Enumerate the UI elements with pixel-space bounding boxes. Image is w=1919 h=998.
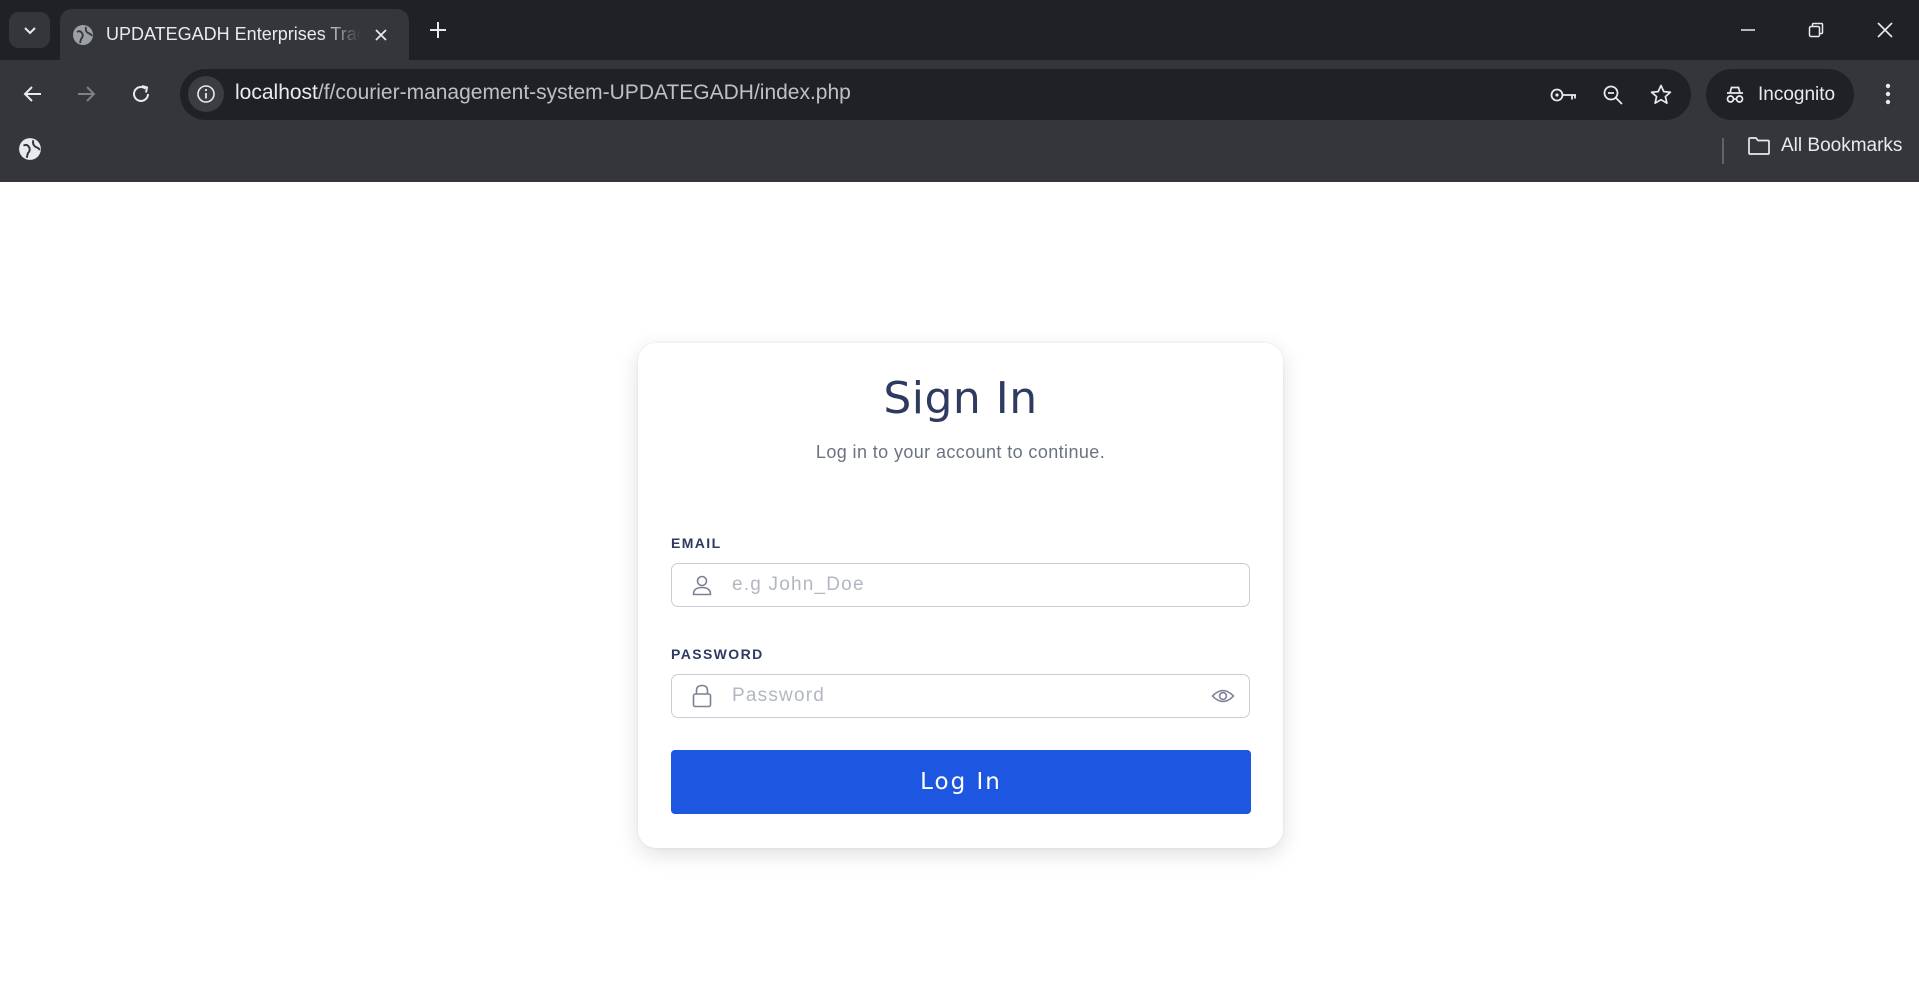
back-button[interactable] bbox=[13, 74, 53, 114]
incognito-profile-button[interactable]: Incognito bbox=[1706, 69, 1854, 120]
reload-button[interactable] bbox=[121, 74, 161, 114]
reload-icon bbox=[133, 85, 149, 102]
incognito-icon bbox=[1726, 86, 1744, 103]
close-icon bbox=[1877, 22, 1893, 38]
tab-search-button[interactable] bbox=[9, 12, 50, 48]
more-vertical-icon bbox=[1885, 83, 1891, 105]
restore-button[interactable] bbox=[1796, 10, 1836, 50]
zoom-out-icon bbox=[1603, 85, 1623, 105]
minimize-icon bbox=[1741, 29, 1755, 31]
lock-icon bbox=[672, 675, 732, 717]
restore-icon bbox=[1808, 22, 1824, 38]
key-icon bbox=[1550, 88, 1576, 102]
tab-title: UPDATEGADH Enterprises Tracking bbox=[106, 24, 361, 44]
bookmarks-divider bbox=[1722, 138, 1724, 164]
page-subtitle: Log in to your account to continue. bbox=[815, 442, 1106, 462]
page-title: Sign In bbox=[883, 373, 1038, 424]
bookmark-item[interactable] bbox=[18, 137, 42, 166]
tab-close-button[interactable] bbox=[369, 23, 393, 47]
info-icon bbox=[197, 85, 215, 103]
address-bar[interactable]: localhost/f/courier-management-system-UP… bbox=[180, 69, 1691, 120]
close-icon bbox=[375, 28, 387, 41]
password-field-wrapper[interactable] bbox=[671, 674, 1250, 718]
arrow-left-icon bbox=[23, 86, 41, 102]
close-window-button[interactable] bbox=[1865, 10, 1905, 50]
all-bookmarks-label: All Bookmarks bbox=[1781, 135, 1903, 156]
password-key-button[interactable] bbox=[1546, 77, 1582, 113]
tab-strip: UPDATEGADH Enterprises Tracking bbox=[0, 0, 1919, 60]
signin-card: Sign In Log in to your account to contin… bbox=[638, 343, 1283, 848]
email-field-wrapper[interactable] bbox=[671, 563, 1250, 607]
url-text[interactable]: localhost/f/courier-management-system-UP… bbox=[235, 81, 851, 105]
login-button[interactable]: Log In bbox=[671, 750, 1251, 814]
browser-toolbar: localhost/f/courier-management-system-UP… bbox=[0, 60, 1919, 129]
url-path: /f/courier-management-system-UPDATEGADH/… bbox=[317, 81, 851, 104]
site-info-button[interactable] bbox=[188, 76, 224, 112]
plus-icon bbox=[430, 22, 446, 38]
chevron-down-icon bbox=[23, 27, 36, 35]
browser-menu-button[interactable] bbox=[1870, 74, 1906, 114]
show-password-button[interactable] bbox=[1197, 675, 1249, 717]
zoom-button[interactable] bbox=[1595, 77, 1631, 113]
minimize-button[interactable] bbox=[1728, 10, 1768, 50]
globe-icon bbox=[73, 24, 93, 45]
email-input[interactable] bbox=[732, 564, 1249, 606]
forward-button[interactable] bbox=[66, 74, 106, 114]
profile-label: Incognito bbox=[1758, 83, 1836, 105]
star-icon bbox=[1650, 84, 1672, 104]
new-tab-button[interactable] bbox=[422, 14, 454, 46]
password-label: PASSWORD bbox=[671, 646, 764, 662]
url-host: localhost bbox=[235, 81, 318, 104]
browser-tab[interactable]: UPDATEGADH Enterprises Tracking bbox=[60, 9, 409, 60]
bookmark-star-button[interactable] bbox=[1643, 77, 1679, 113]
user-icon bbox=[672, 564, 732, 606]
globe-icon bbox=[19, 138, 41, 160]
password-input[interactable] bbox=[732, 675, 1197, 717]
eye-icon bbox=[1211, 689, 1235, 703]
all-bookmarks-button[interactable]: All Bookmarks bbox=[1747, 135, 1902, 157]
bookmarks-bar bbox=[0, 129, 1919, 182]
folder-icon bbox=[1748, 137, 1770, 155]
arrow-right-icon bbox=[78, 86, 96, 102]
email-label: EMAIL bbox=[671, 535, 722, 551]
